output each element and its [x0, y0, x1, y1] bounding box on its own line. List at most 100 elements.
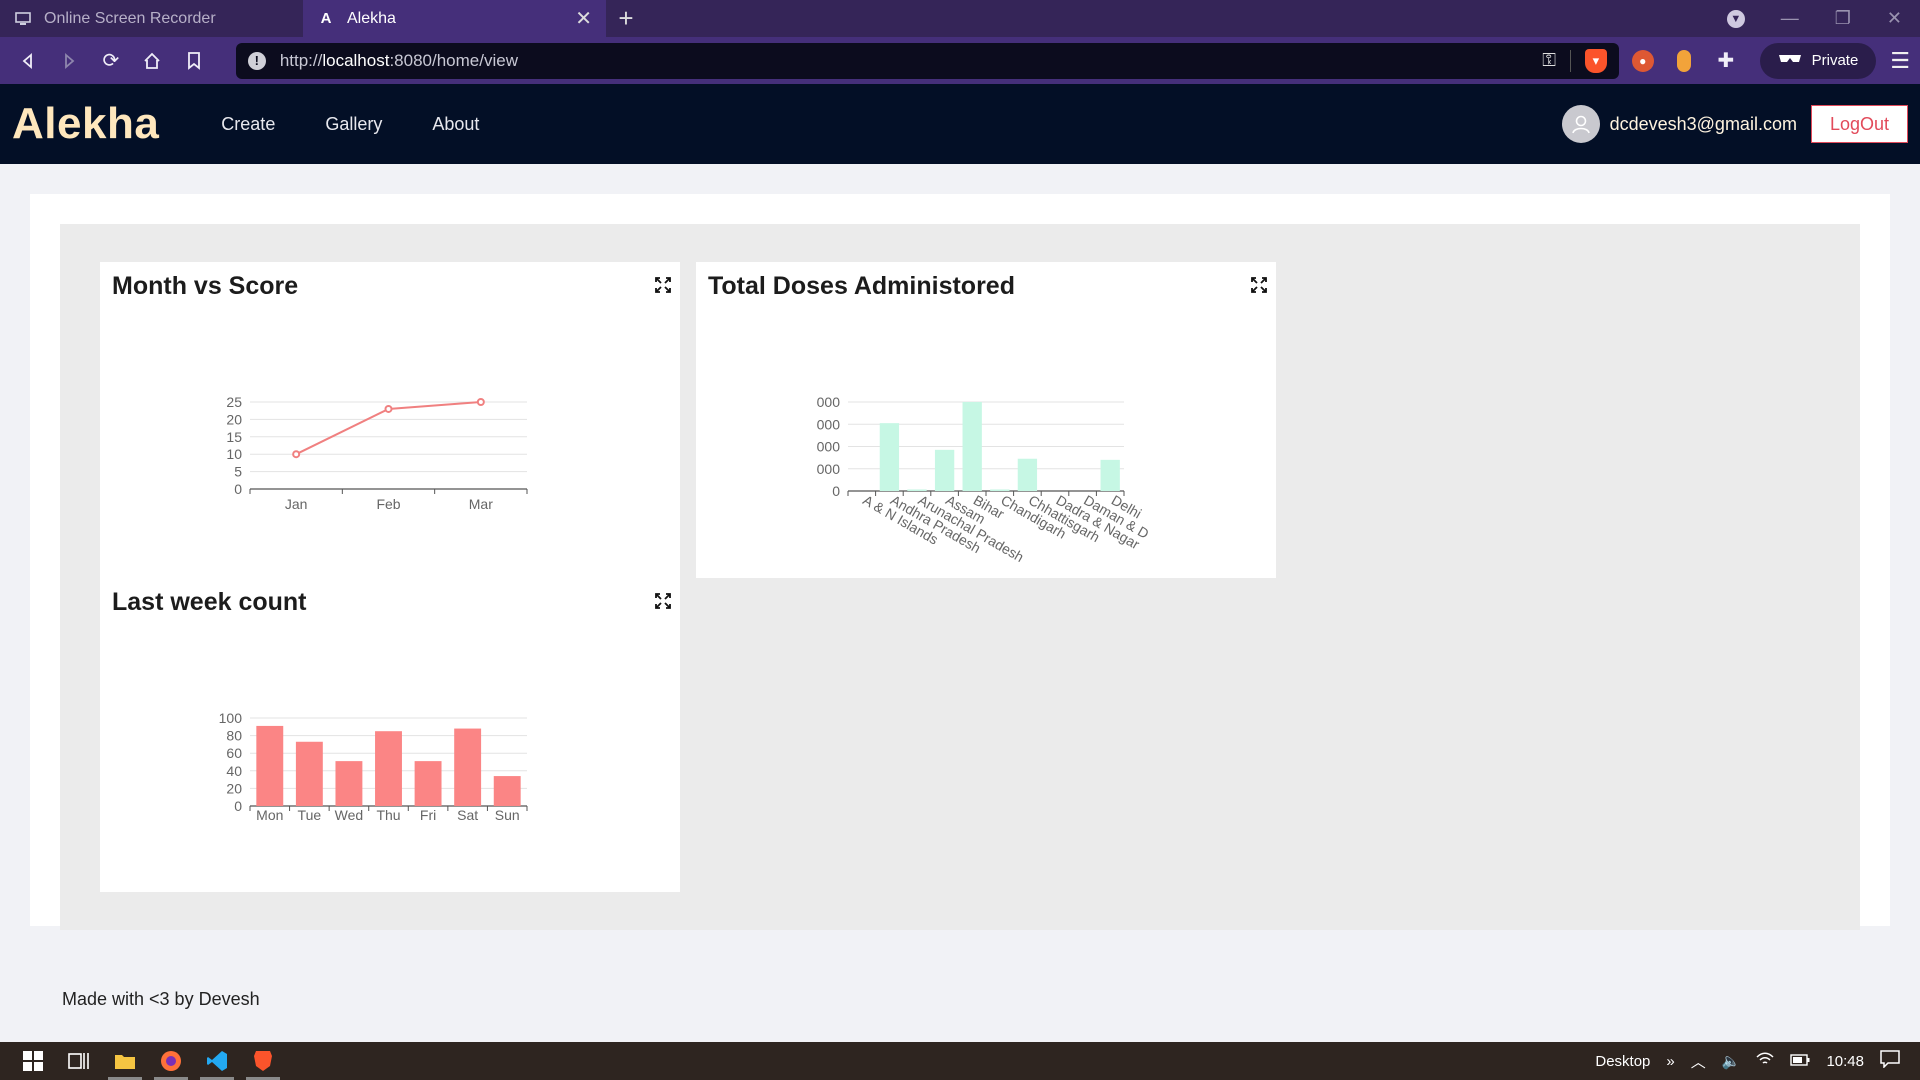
task-view-icon[interactable]	[56, 1042, 102, 1080]
browser-toolbar: ⟳ ! http://localhost:8080/home/view ⚿ ▾ …	[0, 37, 1920, 84]
user-area: dcdevesh3@gmail.com LogOut	[1561, 105, 1908, 143]
forward-icon[interactable]	[52, 43, 88, 79]
y-tick-label: 0	[234, 798, 242, 814]
y-tick-label: 000	[817, 439, 841, 455]
tab-online-screen-recorder[interactable]: Online Screen Recorder	[0, 0, 303, 37]
y-tick-label: 0	[832, 483, 840, 499]
home-icon[interactable]	[135, 43, 171, 79]
bar-chart-doses: 0000000000000A & N IslandsAndhra Pradesh…	[817, 394, 1152, 565]
bar	[256, 725, 284, 806]
new-tab-button[interactable]: +	[606, 0, 646, 37]
data-point	[292, 450, 301, 459]
duckduckgo-extension-icon[interactable]: ●	[1625, 43, 1661, 79]
url-text[interactable]: http://localhost:8080/home/view	[280, 51, 1528, 71]
y-tick-label: 80	[226, 728, 242, 744]
clock-time[interactable]: 10:48	[1826, 1053, 1864, 1070]
url-host: localhost	[322, 50, 390, 70]
data-point	[384, 404, 393, 413]
extension-icon[interactable]	[1666, 43, 1702, 79]
chart-panel-total-doses: Total Doses Administored 0 000 000 000 000 A …	[696, 262, 1276, 578]
key-icon[interactable]: ⚿	[1542, 50, 1556, 71]
brand-logo[interactable]: Alekha	[12, 99, 159, 149]
y-tick-label: 60	[226, 745, 242, 761]
private-glasses-icon	[1778, 52, 1802, 69]
user-email: dcdevesh3@gmail.com	[1609, 113, 1797, 134]
chevron-up-icon[interactable]: ︿	[1691, 1051, 1706, 1072]
y-tick-label: 100	[219, 710, 243, 726]
bookmark-icon[interactable]	[176, 43, 212, 79]
brave-browser-icon[interactable]	[240, 1042, 286, 1080]
bar	[879, 423, 900, 491]
content-card: Month vs Score 0 5 10 15 20 25 Jan Feb Mar Total…	[30, 194, 1890, 930]
dashboard-area: Month vs Score 0 5 10 15 20 25 Jan Feb Mar Total…	[60, 224, 1860, 930]
info-icon[interactable]: !	[247, 51, 266, 70]
desktop-toolbar-label[interactable]: Desktop	[1595, 1053, 1650, 1070]
y-tick-label: 15	[226, 429, 242, 445]
bar	[934, 449, 955, 491]
x-tick-label: Feb	[376, 496, 400, 512]
puzzle-icon[interactable]: ✚	[1708, 43, 1744, 79]
chevron-double-icon[interactable]: »	[1666, 1053, 1674, 1070]
x-tick-label: Thu	[376, 807, 400, 823]
battery-icon[interactable]	[1790, 1053, 1810, 1070]
nav-gallery[interactable]: Gallery	[325, 114, 382, 135]
minimize-icon[interactable]: —	[1781, 8, 1799, 29]
avatar[interactable]	[1561, 105, 1600, 143]
y-tick-label: 000	[817, 416, 841, 432]
footer-text: Made with <3 by Devesh	[62, 989, 260, 1009]
y-tick-label: 0	[234, 481, 242, 497]
url-prefix: http://	[279, 50, 323, 70]
bar	[295, 741, 323, 806]
chart-panel-last-week: Last week count 0 20 40 60 80 100 Mon Tue Wed Thu…	[100, 578, 680, 892]
close-icon[interactable]: ✕	[575, 6, 592, 31]
bar-chart-week: 0 2040 6080 100 Mon Tue Wed Thu Fri Sat Sun	[219, 710, 528, 823]
angular-icon: A	[320, 10, 332, 27]
bar	[335, 761, 363, 806]
firefox-icon[interactable]	[148, 1042, 194, 1080]
back-icon[interactable]	[10, 43, 46, 79]
y-tick-label: 000	[817, 461, 841, 477]
bar	[1100, 459, 1120, 491]
os-taskbar: Desktop » ︿ 🔈 10:48	[0, 1042, 1920, 1080]
vscode-icon[interactable]	[194, 1042, 240, 1080]
y-tick-label: 000	[817, 394, 841, 410]
x-tick-label: Fri	[420, 807, 436, 823]
url-suffix: :8080/home/view	[389, 50, 518, 70]
tab-alekha[interactable]: A Alekha ✕	[303, 0, 606, 37]
chevron-down-icon[interactable]: ▼	[1726, 9, 1745, 28]
notification-icon[interactable]	[1880, 1050, 1900, 1072]
wifi-icon[interactable]	[1756, 1052, 1774, 1070]
browser-tab-strip: Online Screen Recorder A Alekha ✕ + ▼ — …	[0, 0, 1920, 37]
volume-icon[interactable]: 🔈	[1722, 1052, 1741, 1070]
tab-title: Alekha	[347, 9, 396, 27]
bar	[414, 761, 442, 806]
windows-start-icon[interactable]	[10, 1042, 56, 1080]
restore-icon[interactable]: ❐	[1835, 8, 1851, 29]
bar	[1017, 458, 1038, 491]
line-chart: 05 1015 2025 Jan Feb Mar	[226, 394, 528, 512]
bar	[454, 728, 482, 806]
monitor-icon	[14, 10, 32, 28]
bar	[962, 402, 982, 491]
app-navbar: Alekha Create Gallery About dcdevesh3@gm…	[0, 84, 1920, 164]
y-tick-label: 40	[226, 763, 242, 779]
file-explorer-icon[interactable]	[102, 1042, 148, 1080]
window-controls: ▼ — ❐ ✕	[1726, 0, 1920, 37]
logout-button[interactable]: LogOut	[1810, 105, 1908, 143]
private-window-badge[interactable]: Private	[1759, 42, 1877, 79]
x-tick-label: Sun	[495, 807, 520, 823]
brave-shield-icon[interactable]: ▾	[1584, 48, 1607, 73]
address-bar[interactable]: ! http://localhost:8080/home/view ⚿ ▾	[235, 42, 1619, 79]
nav-create[interactable]: Create	[221, 114, 275, 135]
y-tick-label: 10	[226, 446, 242, 462]
x-tick-label: Mar	[469, 496, 493, 512]
menu-icon[interactable]: ☰	[1890, 48, 1910, 74]
x-tick-label: Sat	[457, 807, 478, 823]
close-window-icon[interactable]: ✕	[1887, 8, 1902, 29]
bar	[493, 776, 521, 806]
nav-about[interactable]: About	[432, 114, 479, 135]
reload-icon[interactable]: ⟳	[93, 43, 129, 79]
bar	[375, 731, 402, 806]
x-tick-label: Jan	[285, 496, 308, 512]
y-tick-label: 20	[226, 780, 242, 796]
